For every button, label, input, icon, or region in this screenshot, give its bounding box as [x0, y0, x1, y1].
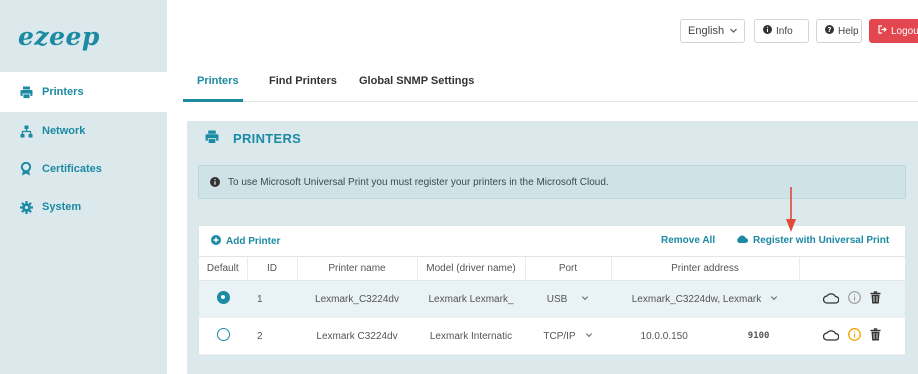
printers-card: Add Printer Remove All Register with Uni… [198, 225, 906, 355]
info-warning-icon[interactable] [848, 328, 861, 344]
model-cell: Lexmark Lexmark_ [417, 280, 525, 318]
panel-title: PRINTERS [233, 130, 302, 146]
plus-circle-icon [211, 235, 221, 248]
svg-text:?: ? [827, 26, 831, 34]
tab-global-snmp-settings[interactable]: Global SNMP Settings [359, 75, 474, 87]
help-button[interactable]: ? Help [816, 19, 862, 43]
table-row: 1 Lexmark_C3224dv Lexmark Lexmark_ USB L… [199, 280, 905, 318]
row-actions-cell [799, 280, 905, 318]
info-icon [210, 177, 220, 187]
network-icon [20, 125, 42, 138]
add-printer-button[interactable]: Add Printer [211, 235, 280, 248]
sidebar-item-certificates[interactable]: Certificates [0, 150, 167, 188]
tab-printers[interactable]: Printers [197, 75, 239, 87]
annotation-arrow [786, 187, 796, 232]
language-value: English [688, 25, 725, 37]
info-label: Info [776, 25, 793, 37]
remove-all-button[interactable]: Remove All [661, 235, 715, 246]
question-icon: ? [825, 25, 834, 37]
top-bar: English Info ? Help Logout [167, 0, 918, 62]
logout-button[interactable]: Logout [869, 19, 918, 43]
info-outline-icon[interactable] [848, 291, 861, 307]
column-header-printer-address: Printer address [611, 256, 800, 281]
address-input[interactable]: 10.0.0.150 [641, 331, 688, 342]
gear-icon [20, 200, 42, 214]
printer-address-select[interactable]: Lexmark_C3224dw, Lexmark [632, 294, 779, 305]
id-cell: 2 [247, 317, 297, 355]
port-cell[interactable]: TCP/IP [525, 317, 611, 355]
column-header-model: Model (driver name) [417, 256, 526, 281]
model-cell: Lexmark Internatic [417, 317, 525, 355]
row-actions-cell [799, 317, 905, 355]
cloud-icon [736, 235, 748, 246]
tab-find-printers[interactable]: Find Printers [269, 75, 337, 87]
sidebar-item-label: Certificates [42, 163, 102, 175]
sidebar-item-label: System [42, 201, 82, 213]
ezeep-logo[interactable]: ezeep [18, 22, 100, 51]
cloud-outline-icon[interactable] [822, 329, 840, 344]
active-tab-indicator [183, 99, 243, 102]
column-header-printer-name: Printer name [297, 256, 418, 281]
chevron-down-icon [770, 294, 778, 305]
port-value: USB [546, 293, 568, 305]
sidebar-nav: Printers Network Certificates System [0, 72, 167, 226]
printers-panel: PRINTERS To use Microsoft Universal Prin… [187, 121, 918, 374]
printers-table: Default ID Printer name Model (driver na… [199, 256, 905, 355]
column-header-id: ID [247, 256, 298, 281]
universal-print-alert: To use Microsoft Universal Print you mus… [198, 165, 906, 199]
certificate-icon [20, 162, 42, 176]
chevron-down-icon [585, 331, 593, 342]
sidebar-item-printers[interactable]: Printers [0, 72, 167, 112]
port-cell[interactable]: USB [525, 280, 611, 318]
row-actions [799, 291, 905, 307]
sidebar-item-network[interactable]: Network [0, 112, 167, 150]
register-universal-print-button[interactable]: Register with Universal Print [736, 235, 889, 246]
printer-actions: Add Printer Remove All Register with Uni… [199, 226, 905, 256]
printer-icon [20, 86, 42, 99]
default-cell [199, 317, 247, 355]
port-value: TCP/IP [543, 330, 576, 342]
address-port-input[interactable]: 9100 [748, 331, 770, 341]
sidebar-item-label: Printers [42, 86, 84, 98]
panel-header: PRINTERS [187, 121, 918, 155]
language-select[interactable]: English [680, 19, 745, 43]
register-label: Register with Universal Print [753, 235, 890, 246]
row-actions [799, 328, 905, 344]
trash-icon[interactable] [870, 291, 881, 307]
logo-area: ezeep [0, 0, 167, 62]
tab-bar: Printers Find Printers Global SNMP Setti… [183, 66, 918, 102]
chevron-down-icon [729, 26, 738, 38]
port-select[interactable]: USB [547, 294, 590, 305]
trash-icon[interactable] [870, 328, 881, 344]
printer-address-cell[interactable]: 10.0.0.150 9100 [611, 317, 799, 355]
port-select[interactable]: TCP/IP [543, 331, 592, 342]
sidebar-item-system[interactable]: System [0, 188, 167, 226]
chevron-down-icon [581, 294, 589, 305]
printer-address-cell[interactable]: Lexmark_C3224dw, Lexmark [611, 280, 799, 318]
info-icon [763, 25, 772, 37]
id-cell: 1 [247, 280, 297, 318]
table-row: 2 Lexmark C3224dv Lexmark Internatic TCP… [199, 317, 905, 355]
address-value: Lexmark_C3224dw, Lexmark [631, 293, 762, 305]
default-radio[interactable] [216, 328, 230, 341]
cloud-outline-icon[interactable] [822, 292, 840, 307]
add-printer-label: Add Printer [226, 236, 281, 247]
column-header-actions [799, 256, 905, 281]
printer-address-inputs: 10.0.0.150 9100 [641, 331, 770, 342]
sidebar: ezeep Printers Network Certificates Syst… [0, 0, 167, 374]
sidebar-item-label: Network [42, 125, 86, 137]
alert-text: To use Microsoft Universal Print you mus… [228, 176, 609, 188]
help-label: Help [838, 25, 859, 37]
default-radio-selected[interactable] [216, 291, 230, 304]
logout-label: Logout [891, 25, 918, 37]
column-header-port: Port [525, 256, 612, 281]
logout-icon [878, 25, 887, 37]
column-header-default: Default [199, 256, 248, 281]
default-cell [199, 280, 247, 318]
printer-name-cell: Lexmark_C3224dv [297, 280, 417, 318]
printer-icon [205, 130, 219, 147]
info-button[interactable]: Info [754, 19, 809, 43]
table-header-row: Default ID Printer name Model (driver na… [199, 256, 905, 281]
printer-name-cell: Lexmark C3224dv [297, 317, 417, 355]
